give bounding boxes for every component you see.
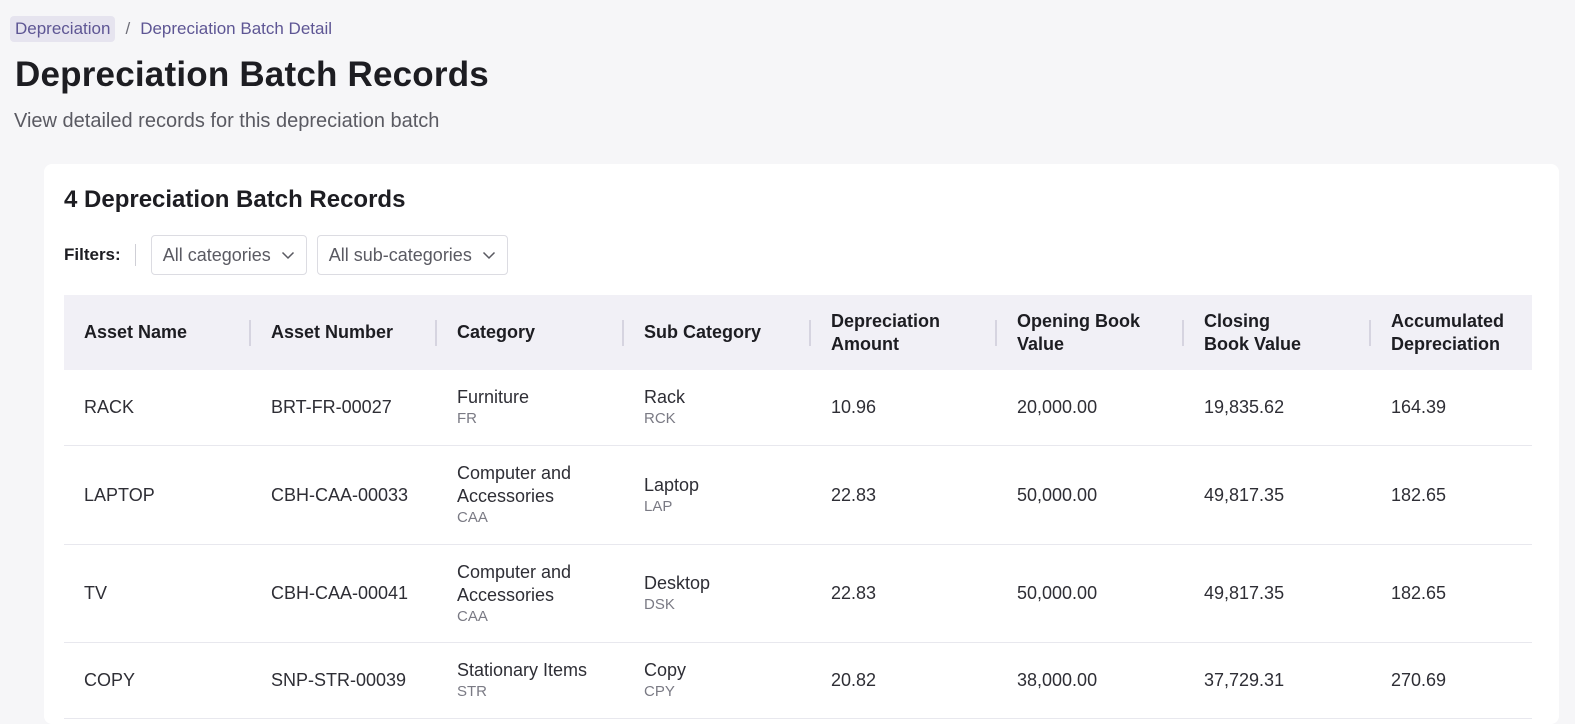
chevron-down-icon — [281, 251, 294, 260]
table-row[interactable]: COPY SNP-STR-00039 Stationary Items STR … — [64, 643, 1532, 719]
sub-category-name: Laptop — [644, 474, 700, 495]
asset-number-cell: BRT-FR-00027 — [271, 397, 392, 417]
asset-name-cell: TV — [84, 583, 108, 603]
closing-book-value-cell: 49,817.35 — [1204, 484, 1285, 505]
sub-category-code: LAP — [644, 497, 673, 515]
filters-bar: Filters: All categories All sub-categori… — [64, 235, 518, 275]
category-code: FR — [457, 410, 477, 427]
category-name: Stationary Items — [457, 660, 588, 680]
opening-book-value-cell: 50,000.00 — [1017, 484, 1098, 505]
closing-book-value-cell: 19,835.62 — [1204, 397, 1285, 417]
column-header-asset-number[interactable]: Asset Number — [251, 295, 437, 370]
table-row[interactable]: RACK BRT-FR-00027 Furniture FR Rack RCK … — [64, 370, 1532, 446]
table-header: Asset Name Asset Number Category Sub Cat… — [64, 295, 1532, 370]
page-subtitle: View detailed records for this depreciat… — [14, 110, 440, 132]
depreciation-amount-cell: 22.83 — [831, 484, 877, 505]
sub-category-cell: Desktop DSK — [624, 572, 811, 615]
breadcrumb-separator: / — [125, 19, 131, 38]
sub-category-code: DSK — [644, 596, 675, 613]
asset-name-cell: LAPTOP — [84, 484, 155, 505]
sub-category-code: RCK — [644, 410, 676, 427]
category-cell: Computer and Accessories CAA — [437, 462, 624, 528]
category-code: CAA — [457, 509, 488, 526]
asset-number-cell: CBH-CAA-00033 — [271, 484, 409, 505]
sub-category-cell: Copy CPY — [624, 659, 811, 702]
column-header-asset-name[interactable]: Asset Name — [64, 295, 251, 370]
category-name: Furniture — [457, 387, 530, 407]
category-cell: Furniture FR — [437, 386, 624, 429]
sub-category-cell: Rack RCK — [624, 386, 811, 429]
opening-book-value-cell: 20,000.00 — [1017, 397, 1098, 417]
table-row[interactable]: LAPTOP CBH-CAA-00033 Computer and Access… — [64, 446, 1532, 545]
closing-book-value-cell: 49,817.35 — [1204, 583, 1285, 603]
category-filter-select[interactable]: All categories — [150, 235, 307, 275]
subcategory-filter-value: All sub-categories — [328, 244, 472, 265]
column-header-closing-book-value[interactable]: Closing Book Value — [1184, 295, 1371, 370]
category-code: CAA — [457, 607, 488, 625]
category-cell: Computer and Accessories CAA — [437, 561, 624, 627]
sub-category-name: Copy — [644, 660, 687, 680]
table-row[interactable]: TV CBH-CAA-00041 Computer and Accessorie… — [64, 545, 1532, 643]
column-header-category[interactable]: Category — [437, 295, 624, 370]
category-name: Computer and Accessories — [457, 561, 572, 605]
breadcrumb-current: Depreciation Batch Detail — [140, 19, 333, 38]
page-title: Depreciation Batch Records — [15, 55, 489, 94]
sub-category-name: Rack — [644, 387, 686, 407]
column-header-depreciation-amount[interactable]: Depreciation Amount — [811, 295, 997, 370]
asset-number-cell: CBH-CAA-00041 — [271, 583, 409, 603]
depreciation-amount-cell: 10.96 — [831, 397, 877, 417]
accumulated-depreciation-cell: 182.65 — [1391, 484, 1447, 505]
sub-category-code: CPY — [644, 683, 675, 700]
records-card: 4 Depreciation Batch Records Filters: Al… — [44, 164, 1559, 724]
breadcrumb-link-depreciation[interactable]: Depreciation — [10, 16, 116, 42]
opening-book-value-cell: 38,000.00 — [1017, 670, 1098, 690]
category-name: Computer and Accessories — [457, 463, 572, 506]
card-title: 4 Depreciation Batch Records — [64, 186, 406, 213]
filters-label: Filters: — [64, 245, 121, 264]
asset-number-cell: SNP-STR-00039 — [271, 670, 407, 690]
chevron-down-icon — [482, 251, 495, 260]
filters-divider — [134, 244, 136, 266]
column-header-accumulated-depreciation[interactable]: Accumulated Depreciation — [1371, 295, 1532, 370]
accumulated-depreciation-cell: 182.65 — [1391, 583, 1447, 603]
breadcrumb: Depreciation / Depreciation Batch Detail — [10, 16, 332, 42]
records-table: Asset Name Asset Number Category Sub Cat… — [64, 295, 1532, 719]
sub-category-cell: Laptop LAP — [624, 474, 811, 517]
column-header-sub-category[interactable]: Sub Category — [624, 295, 811, 370]
column-header-opening-book-value[interactable]: Opening Book Value — [997, 295, 1184, 370]
depreciation-amount-cell: 22.83 — [831, 583, 877, 603]
asset-name-cell: RACK — [84, 397, 135, 417]
sub-category-name: Desktop — [644, 573, 711, 593]
asset-name-cell: COPY — [84, 670, 136, 690]
category-code: STR — [457, 683, 487, 700]
accumulated-depreciation-cell: 270.69 — [1391, 670, 1447, 690]
category-cell: Stationary Items STR — [437, 659, 624, 702]
depreciation-amount-cell: 20.82 — [831, 670, 877, 690]
closing-book-value-cell: 37,729.31 — [1204, 670, 1285, 690]
opening-book-value-cell: 50,000.00 — [1017, 583, 1098, 603]
category-filter-value: All categories — [162, 244, 271, 265]
accumulated-depreciation-cell: 164.39 — [1391, 397, 1447, 417]
subcategory-filter-select[interactable]: All sub-categories — [316, 235, 508, 275]
